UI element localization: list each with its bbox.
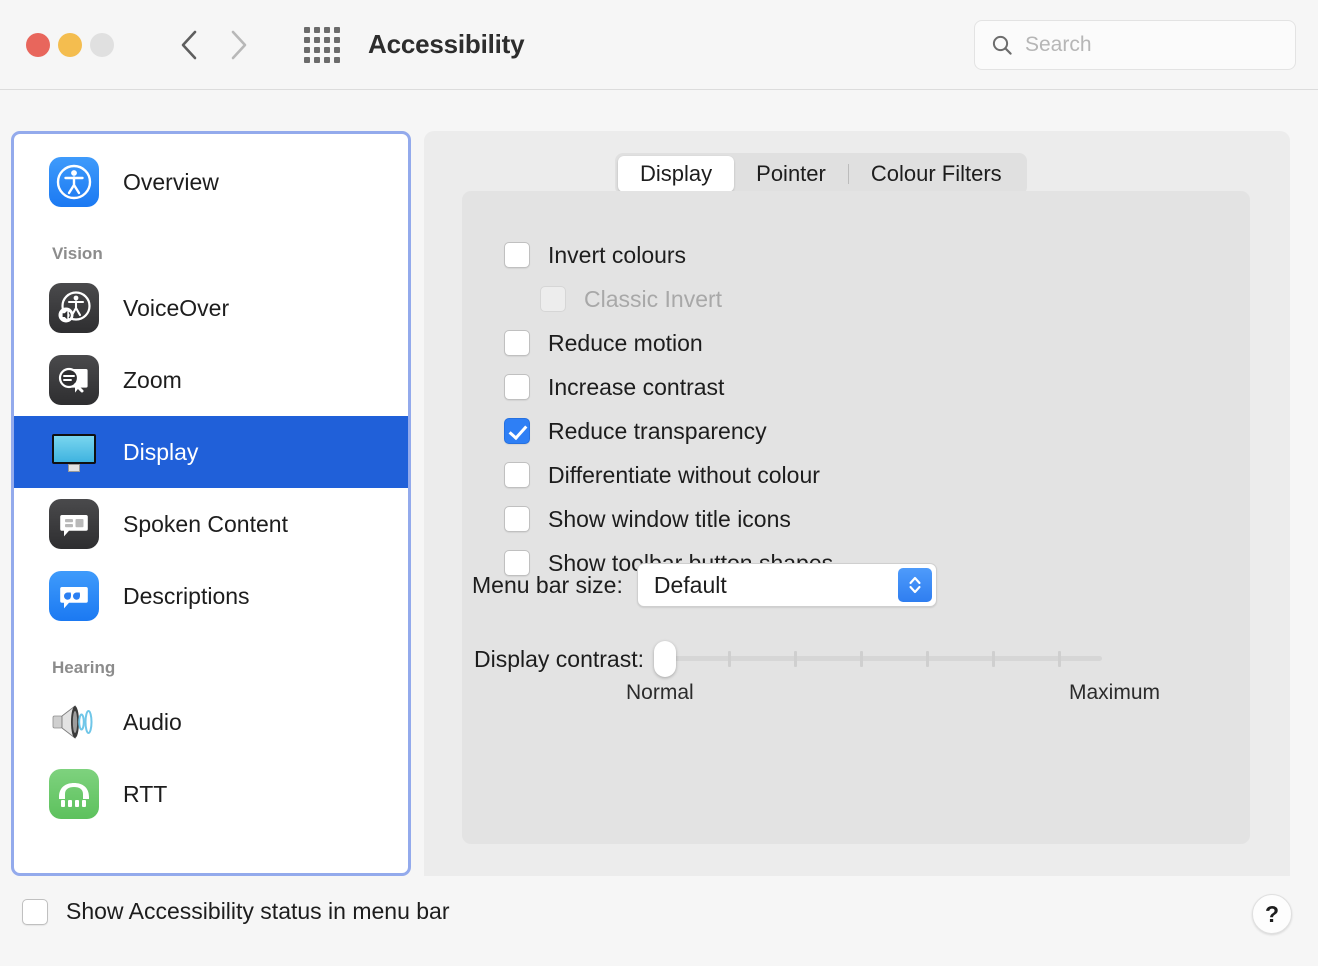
sidebar-item-display[interactable]: Display	[14, 416, 408, 488]
search-field[interactable]	[974, 20, 1296, 70]
display-settings-pane: Display Pointer Colour Filters Invert co…	[424, 131, 1290, 959]
sidebar-item-label: Display	[123, 439, 198, 466]
tab-colour-filters[interactable]: Colour Filters	[849, 156, 1024, 192]
slider-tick	[860, 651, 863, 667]
checkbox-row-invert-colours[interactable]: Invert colours	[504, 233, 833, 277]
settings-tab-bar: Display Pointer Colour Filters	[615, 153, 1027, 195]
reduce-transparency-checkbox[interactable]	[504, 418, 530, 444]
sidebar-item-label: VoiceOver	[123, 295, 229, 322]
sidebar-item-label: Zoom	[123, 367, 182, 394]
slider-tick	[1058, 651, 1061, 667]
zoom-window-button[interactable]	[90, 33, 114, 57]
rtt-icon	[49, 769, 99, 819]
show-accessibility-status-row[interactable]: Show Accessibility status in menu bar	[22, 898, 450, 925]
spoken-content-icon	[49, 499, 99, 549]
reduce-motion-checkbox[interactable]	[504, 330, 530, 356]
slider-thumb[interactable]	[654, 641, 676, 677]
sidebar-item-label: Overview	[123, 169, 219, 196]
menu-bar-size-select[interactable]: Default	[637, 563, 937, 607]
sidebar-group-hearing: Hearing	[14, 632, 408, 686]
zoom-icon	[49, 355, 99, 405]
show-window-title-icons-checkbox[interactable]	[504, 506, 530, 532]
sidebar-item-overview[interactable]: Overview	[14, 146, 408, 218]
window-footer: Show Accessibility status in menu bar ?	[0, 876, 1318, 966]
menu-bar-size-label: Menu bar size:	[472, 572, 623, 599]
search-input[interactable]	[1025, 33, 1275, 57]
accessibility-icon	[49, 157, 99, 207]
show-accessibility-status-checkbox[interactable]	[22, 899, 48, 925]
window-toolbar: Accessibility	[0, 0, 1318, 90]
audio-icon	[49, 697, 99, 747]
help-button[interactable]: ?	[1252, 894, 1292, 934]
sidebar-group-vision: Vision	[14, 218, 408, 272]
sidebar-item-label: Spoken Content	[123, 511, 288, 538]
close-window-button[interactable]	[26, 33, 50, 57]
sidebar-item-descriptions[interactable]: Descriptions	[14, 560, 408, 632]
forward-button[interactable]	[226, 28, 252, 62]
checkbox-row-show-window-title-icons[interactable]: Show window title icons	[504, 497, 833, 541]
slider-tick	[728, 651, 731, 667]
slider-min-label: Normal	[626, 681, 694, 705]
checkbox-label: Reduce transparency	[548, 418, 767, 445]
voiceover-icon	[49, 283, 99, 333]
descriptions-icon	[49, 571, 99, 621]
tab-display[interactable]: Display	[618, 156, 734, 192]
sidebar-item-voiceover[interactable]: VoiceOver	[14, 272, 408, 344]
chevron-up-down-icon[interactable]	[898, 568, 932, 602]
sidebar[interactable]: Overview Vision VoiceOver	[11, 131, 411, 876]
page-title: Accessibility	[368, 29, 524, 60]
menu-bar-size-value: Default	[654, 572, 727, 599]
checkbox-label: Invert colours	[548, 242, 686, 269]
classic-invert-checkbox	[540, 286, 566, 312]
checkbox-label: Classic Invert	[584, 286, 722, 313]
checkbox-label: Increase contrast	[548, 374, 724, 401]
sidebar-item-label: Audio	[123, 709, 182, 736]
window-body: Overview Vision VoiceOver	[0, 90, 1318, 876]
slider-max-label: Maximum	[1069, 681, 1160, 705]
sidebar-scroll-area[interactable]: Overview Vision VoiceOver	[14, 134, 408, 873]
checkbox-label: Differentiate without colour	[548, 462, 820, 489]
sidebar-item-label: Descriptions	[123, 583, 250, 610]
display-contrast-slider[interactable]: Normal Maximum	[662, 641, 1102, 677]
sidebar-item-rtt[interactable]: RTT	[14, 758, 408, 830]
sidebar-item-audio[interactable]: Audio	[14, 686, 408, 758]
invert-colours-checkbox[interactable]	[504, 242, 530, 268]
back-button[interactable]	[176, 28, 202, 62]
minimise-window-button[interactable]	[58, 33, 82, 57]
checkbox-row-reduce-transparency[interactable]: Reduce transparency	[504, 409, 833, 453]
display-checkbox-list: Invert colours Classic Invert Reduce mot…	[504, 233, 833, 585]
display-contrast-row: Display contrast: Normal Maximum	[474, 641, 1102, 677]
checkbox-row-classic-invert: Classic Invert	[504, 277, 833, 321]
checkbox-row-differentiate-without-colour[interactable]: Differentiate without colour	[504, 453, 833, 497]
slider-tick	[794, 651, 797, 667]
checkbox-label: Reduce motion	[548, 330, 703, 357]
slider-tick	[992, 651, 995, 667]
differentiate-without-colour-checkbox[interactable]	[504, 462, 530, 488]
display-contrast-label: Display contrast:	[474, 646, 644, 673]
display-options-group: Invert colours Classic Invert Reduce mot…	[462, 191, 1250, 844]
checkbox-label: Show Accessibility status in menu bar	[66, 898, 450, 925]
checkbox-row-reduce-motion[interactable]: Reduce motion	[504, 321, 833, 365]
show-all-grid-icon[interactable]	[304, 27, 340, 63]
tab-pointer[interactable]: Pointer	[734, 156, 848, 192]
menu-bar-size-row: Menu bar size: Default	[472, 563, 937, 607]
display-icon	[49, 427, 99, 477]
traffic-lights	[26, 33, 114, 57]
sidebar-item-zoom[interactable]: Zoom	[14, 344, 408, 416]
checkbox-label: Show window title icons	[548, 506, 791, 533]
checkbox-row-increase-contrast[interactable]: Increase contrast	[504, 365, 833, 409]
slider-tick	[926, 651, 929, 667]
sidebar-item-spoken-content[interactable]: Spoken Content	[14, 488, 408, 560]
increase-contrast-checkbox[interactable]	[504, 374, 530, 400]
sidebar-item-label: RTT	[123, 781, 167, 808]
search-icon	[991, 34, 1013, 56]
navigation-arrows	[176, 28, 252, 62]
